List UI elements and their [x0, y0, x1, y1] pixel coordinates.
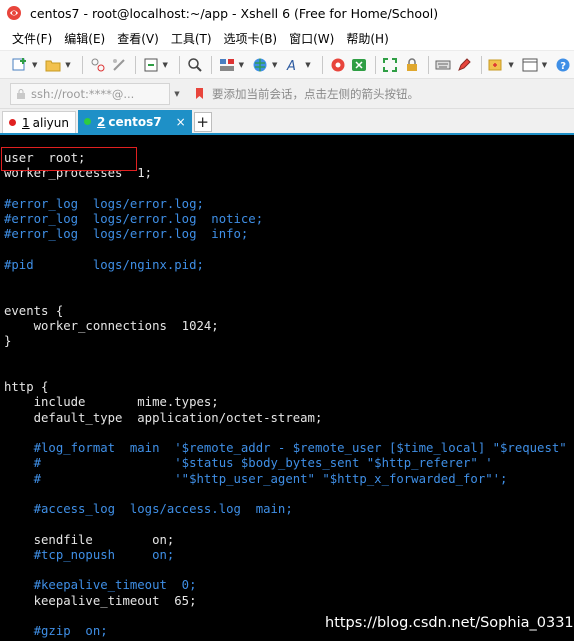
window-layout-icon[interactable]	[520, 54, 540, 76]
properties-icon[interactable]	[141, 54, 161, 76]
terminal-line: worker_connections 1024;	[4, 318, 219, 333]
reconnect-icon[interactable]	[88, 54, 108, 76]
window-layout-dropdown-icon[interactable]: ▼	[541, 54, 548, 76]
help-icon[interactable]: ?	[553, 54, 573, 76]
new-session-icon[interactable]	[10, 54, 30, 76]
svg-text:?: ?	[560, 61, 566, 72]
tab-aliyun[interactable]: 1 aliyun	[2, 111, 76, 133]
window-title: centos7 - root@localhost:~/app - Xshell …	[30, 5, 439, 21]
tab-label: aliyun	[32, 115, 69, 130]
toolbar-separator	[81, 55, 83, 74]
xshell-icon[interactable]	[328, 54, 348, 76]
toolbar-separator	[134, 55, 136, 74]
lock-icon[interactable]	[402, 54, 422, 76]
terminal-line: # '"$http_user_agent" "$http_x_forwarded…	[4, 471, 508, 486]
title-bar: centos7 - root@localhost:~/app - Xshell …	[0, 0, 574, 26]
open-folder-icon[interactable]	[43, 54, 63, 76]
layout-dropdown-icon[interactable]: ▼	[238, 54, 245, 76]
terminal-line: #error_log logs/error.log info;	[4, 227, 249, 242]
terminal-line: #tcp_nopush on;	[4, 547, 175, 562]
session-hint-text: 要添加当前会话，点击左侧的箭头按钮。	[212, 86, 419, 101]
new-session-dropdown-icon[interactable]: ▼	[31, 54, 38, 76]
address-dropdown-icon[interactable]: ▼	[170, 83, 184, 105]
terminal-line: #error_log logs/error.log notice;	[4, 212, 264, 227]
terminal-output: user root; worker_processes 1; #error_log …	[4, 151, 574, 640]
tab-label: centos7	[108, 114, 162, 129]
terminal-panel[interactable]: user root; worker_processes 1; #error_log …	[0, 133, 574, 641]
status-dot-icon	[83, 118, 91, 125]
session-address-input[interactable]: ssh://root:****@...	[10, 82, 170, 105]
terminal-line: #pid logs/nginx.pid;	[4, 257, 204, 272]
toolbar: ▼ ▼ ▼ ▼ ▼ A ▼ ▼ ▼ ?	[0, 50, 574, 78]
fullscreen-icon[interactable]	[380, 54, 400, 76]
menu-help[interactable]: 帮助(H)	[342, 30, 392, 47]
watermark: https://blog.csdn.net/Sophia_0331	[325, 615, 574, 631]
menu-tab[interactable]: 选项卡(B)	[220, 30, 282, 47]
toolbar-separator	[178, 55, 180, 74]
layout-icon[interactable]	[217, 54, 237, 76]
tab-bar: 1 aliyun 2 centos7 × +	[0, 108, 574, 133]
terminal-line: events {	[4, 303, 64, 318]
address-bar: ssh://root:****@... ▼ 要添加当前会话，点击左侧的箭头按钮。	[0, 78, 574, 108]
keyboard-icon[interactable]	[433, 54, 453, 76]
terminal-line: http {	[4, 379, 49, 394]
terminal-line: # '$status $body_bytes_sent "$http_refer…	[4, 456, 493, 471]
menu-file[interactable]: 文件(F)	[8, 30, 56, 47]
status-dot-icon	[9, 119, 16, 126]
menu-tools[interactable]: 工具(T)	[167, 30, 216, 47]
disconnect-icon[interactable]	[109, 54, 129, 76]
toolbar-separator	[427, 55, 429, 74]
new-tab-dropdown-icon[interactable]: ▼	[507, 54, 514, 76]
toolbar-separator	[210, 55, 212, 74]
terminal-line: #log_format main '$remote_addr - $remote…	[4, 441, 574, 456]
tab-number: 2	[96, 114, 106, 129]
terminal-line: #keepalive_timeout 0;	[4, 578, 197, 593]
terminal-line: sendfile on;	[4, 532, 175, 547]
menu-edit[interactable]: 编辑(E)	[60, 30, 109, 47]
toolbar-separator	[374, 55, 376, 74]
session-hint: 要添加当前会话，点击左侧的箭头按钮。	[194, 86, 419, 102]
lock-small-icon	[17, 88, 25, 99]
toolbar-separator	[321, 55, 323, 74]
menu-bar: 文件(F) 编辑(E) 查看(V) 工具(T) 选项卡(B) 窗口(W) 帮助(…	[0, 26, 574, 50]
tab-number: 1	[22, 115, 30, 130]
toolbar-separator	[480, 55, 482, 74]
highlight-annotation	[1, 147, 137, 171]
session-address-value: ssh://root:****@...	[31, 86, 135, 101]
open-dropdown-icon[interactable]: ▼	[64, 54, 71, 76]
find-icon[interactable]	[185, 54, 205, 76]
terminal-line: }	[4, 334, 12, 349]
menu-view[interactable]: 查看(V)	[113, 30, 163, 47]
svg-text:A: A	[286, 59, 296, 73]
xshell-logo-icon	[7, 6, 21, 20]
bookmark-arrow-icon[interactable]	[194, 87, 207, 100]
xftp-icon[interactable]	[349, 54, 369, 76]
terminal-line: include mime.types;	[4, 395, 219, 410]
tab-centos7[interactable]: 2 centos7 ×	[77, 110, 192, 133]
terminal-line: #access_log logs/access.log main;	[4, 502, 293, 517]
font-icon[interactable]: A	[283, 54, 303, 76]
menu-window[interactable]: 窗口(W)	[285, 30, 338, 47]
new-tab-icon[interactable]	[486, 54, 506, 76]
terminal-line: #error_log logs/error.log;	[4, 196, 204, 211]
pen-icon[interactable]	[454, 54, 474, 76]
font-dropdown-icon[interactable]: ▼	[304, 54, 311, 76]
terminal-line: keepalive_timeout 65;	[4, 593, 197, 608]
globe-icon[interactable]	[250, 54, 270, 76]
terminal-line: default_type application/octet-stream;	[4, 410, 323, 425]
globe-dropdown-icon[interactable]: ▼	[271, 54, 278, 76]
properties-dropdown-icon[interactable]: ▼	[162, 54, 169, 76]
add-tab-button[interactable]: +	[193, 112, 212, 132]
tab-close-icon[interactable]: ×	[176, 115, 186, 129]
